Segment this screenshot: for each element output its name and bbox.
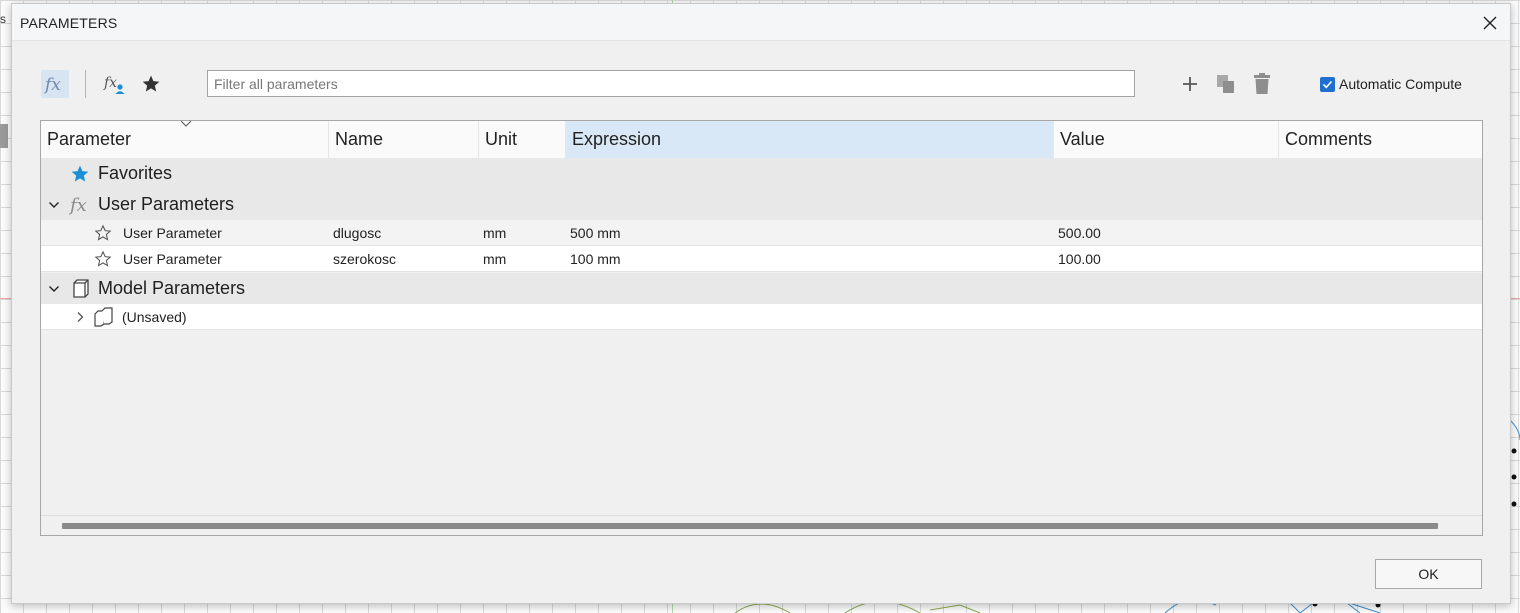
- favorite-toggle-star-icon[interactable]: [94, 250, 112, 268]
- favorites-star-icon: [69, 163, 91, 185]
- expand-chevron-icon[interactable]: [73, 309, 87, 325]
- cell-value: 500.00: [1058, 225, 1101, 241]
- title-bar: PARAMETERS: [12, 4, 1510, 41]
- automatic-compute-toggle[interactable]: Automatic Compute: [1320, 76, 1462, 92]
- unsaved-component-label: (Unsaved): [122, 309, 187, 325]
- column-header-name[interactable]: Name: [329, 121, 479, 158]
- model-cube-icon: [69, 278, 91, 300]
- cell-unit[interactable]: mm: [483, 220, 506, 246]
- column-header-label: Parameter: [47, 129, 132, 149]
- parameters-dialog: PARAMETERS fx fx Filter all parameters A…: [11, 3, 1511, 604]
- plus-icon: [1183, 77, 1197, 91]
- checkmark-icon: [1322, 80, 1333, 88]
- svg-text:fx: fx: [43, 75, 61, 95]
- column-header-value[interactable]: Value: [1054, 121, 1279, 158]
- cell-expression[interactable]: 100 mm: [570, 246, 621, 272]
- collapse-chevron-icon[interactable]: [45, 196, 63, 214]
- user-parameters-button[interactable]: fx: [101, 70, 129, 98]
- favorites-filter-button[interactable]: [137, 70, 165, 98]
- column-header-label: Unit: [485, 129, 518, 149]
- star-icon: [142, 75, 160, 92]
- cell-parameter: User Parameter: [123, 225, 222, 241]
- column-header-label: Value: [1060, 129, 1105, 149]
- automatic-compute-checkbox[interactable]: [1320, 76, 1335, 92]
- group-label-user-parameters: User Parameters: [98, 194, 235, 214]
- scrollbar-thumb[interactable]: [62, 523, 1438, 529]
- group-row-user-parameters[interactable]: fx User Parameters: [41, 189, 1482, 220]
- horizontal-scrollbar[interactable]: [41, 515, 1482, 535]
- table-row[interactable]: User Parameter dlugosc mm 500 mm 500.00: [41, 220, 1482, 246]
- fx-icon: fx: [68, 193, 94, 217]
- column-header-label: Name: [335, 129, 384, 149]
- close-button[interactable]: [1476, 9, 1504, 37]
- automatic-compute-label: Automatic Compute: [1339, 76, 1462, 92]
- group-row-model-parameters[interactable]: Model Parameters: [41, 273, 1482, 304]
- column-header-parameter[interactable]: Parameter: [41, 120, 329, 158]
- filter-input[interactable]: [207, 70, 1135, 97]
- sort-chevron-icon: [180, 120, 192, 127]
- table-row[interactable]: User Parameter szerokosc mm 100 mm 100.0…: [41, 246, 1482, 272]
- group-row-favorites[interactable]: Favorites: [41, 158, 1482, 189]
- dialog-title: PARAMETERS: [20, 15, 118, 31]
- add-parameter-button[interactable]: [1176, 70, 1204, 98]
- fx-icon: fx: [43, 75, 61, 95]
- cell-unit[interactable]: mm: [483, 246, 506, 272]
- copy-parameter-button[interactable]: [1212, 70, 1240, 98]
- copy-icon: [1217, 75, 1234, 93]
- user-fx-icon: fx: [103, 75, 125, 94]
- column-header-label: Comments: [1285, 129, 1373, 149]
- toolbar-separator: [85, 70, 86, 98]
- canvas-left-text: s: [0, 12, 6, 26]
- trash-icon: [1254, 73, 1270, 94]
- column-header-comments[interactable]: Comments: [1279, 121, 1482, 158]
- close-icon: [1483, 16, 1497, 30]
- group-label-model-parameters: Model Parameters: [98, 278, 246, 298]
- cell-expression[interactable]: 500 mm: [570, 220, 621, 246]
- column-header-unit[interactable]: Unit: [479, 121, 566, 158]
- cell-name[interactable]: szerokosc: [333, 246, 396, 272]
- collapse-chevron-icon[interactable]: [45, 280, 63, 298]
- toolbar: fx fx Filter all parameters Automatic Co…: [12, 64, 1510, 104]
- ok-button[interactable]: OK: [1375, 559, 1482, 589]
- cell-value: 100.00: [1058, 251, 1101, 267]
- group-label-favorites: Favorites: [98, 163, 173, 183]
- canvas-left-handle: [0, 124, 8, 148]
- svg-text:fx: fx: [68, 195, 87, 216]
- column-header-expression[interactable]: Expression: [566, 121, 1054, 158]
- delete-parameter-button[interactable]: [1248, 70, 1276, 98]
- svg-text:fx: fx: [103, 75, 117, 91]
- list-item-unsaved-component[interactable]: (Unsaved): [41, 304, 1482, 330]
- favorite-toggle-star-icon[interactable]: [94, 224, 112, 242]
- component-icon: [93, 307, 115, 327]
- table-header: Parameter Name Unit Expression Value Com…: [41, 120, 1482, 158]
- column-header-label: Expression: [572, 129, 662, 149]
- parameters-table: Parameter Name Unit Expression Value Com…: [40, 120, 1483, 536]
- all-parameters-button[interactable]: fx: [41, 70, 69, 98]
- cell-parameter: User Parameter: [123, 251, 222, 267]
- cell-name[interactable]: dlugosc: [333, 220, 381, 246]
